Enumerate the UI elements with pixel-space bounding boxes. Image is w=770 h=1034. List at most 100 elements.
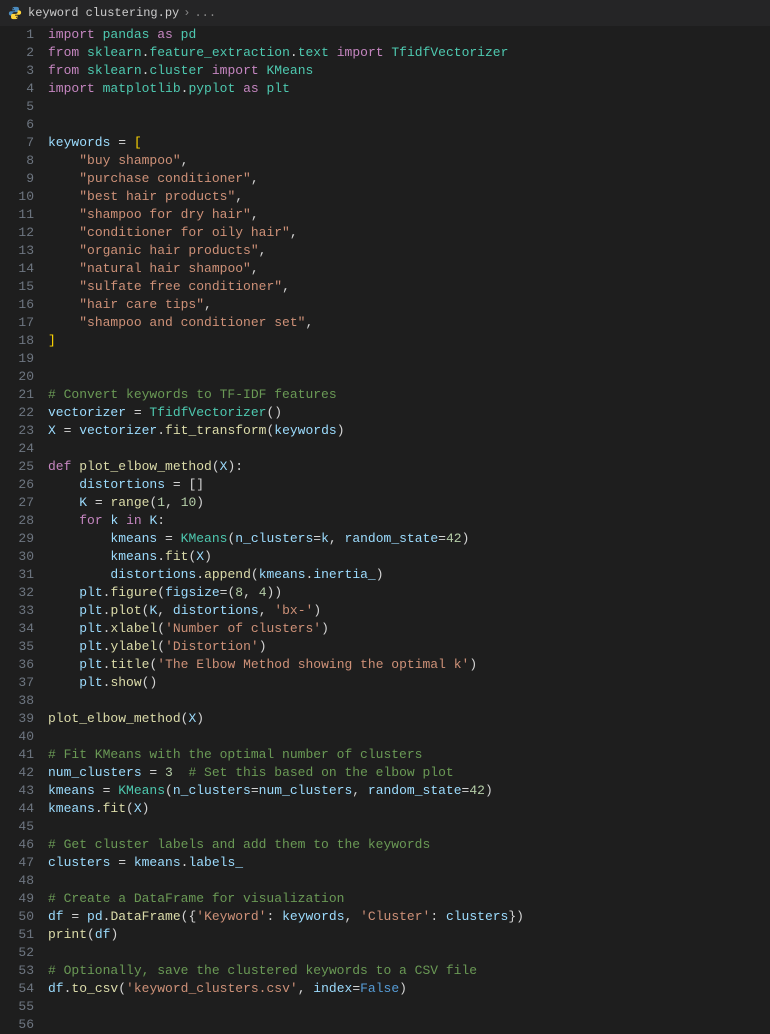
code-line[interactable]: kmeans.fit(X) xyxy=(48,548,770,566)
line-number: 10 xyxy=(0,188,34,206)
code-line[interactable]: plt.ylabel('Distortion') xyxy=(48,638,770,656)
code-line[interactable]: def plot_elbow_method(X): xyxy=(48,458,770,476)
line-number: 11 xyxy=(0,206,34,224)
line-number: 17 xyxy=(0,314,34,332)
code-line[interactable]: import pandas as pd xyxy=(48,26,770,44)
line-number: 55 xyxy=(0,998,34,1016)
code-line[interactable]: plot_elbow_method(X) xyxy=(48,710,770,728)
line-number: 33 xyxy=(0,602,34,620)
code-line[interactable]: "conditioner for oily hair", xyxy=(48,224,770,242)
code-line[interactable]: "buy shampoo", xyxy=(48,152,770,170)
line-number: 28 xyxy=(0,512,34,530)
code-line[interactable]: # Convert keywords to TF-IDF features xyxy=(48,386,770,404)
line-number: 4 xyxy=(0,80,34,98)
code-line[interactable]: "natural hair shampoo", xyxy=(48,260,770,278)
line-number: 32 xyxy=(0,584,34,602)
code-line[interactable]: df.to_csv('keyword_clusters.csv', index=… xyxy=(48,980,770,998)
code-line[interactable]: distortions = [] xyxy=(48,476,770,494)
line-number: 19 xyxy=(0,350,34,368)
code-line[interactable]: "best hair products", xyxy=(48,188,770,206)
code-line[interactable] xyxy=(48,998,770,1016)
code-line[interactable]: clusters = kmeans.labels_ xyxy=(48,854,770,872)
line-number: 49 xyxy=(0,890,34,908)
breadcrumb-filename[interactable]: keyword clustering.py xyxy=(28,4,179,22)
line-number: 7 xyxy=(0,134,34,152)
line-number: 23 xyxy=(0,422,34,440)
code-line[interactable]: "shampoo and conditioner set", xyxy=(48,314,770,332)
code-line[interactable]: keywords = [ xyxy=(48,134,770,152)
line-number: 12 xyxy=(0,224,34,242)
code-line[interactable]: # Create a DataFrame for visualization xyxy=(48,890,770,908)
code-line[interactable]: distortions.append(kmeans.inertia_) xyxy=(48,566,770,584)
code-line[interactable] xyxy=(48,116,770,134)
code-line[interactable] xyxy=(48,692,770,710)
code-line[interactable]: # Fit KMeans with the optimal number of … xyxy=(48,746,770,764)
code-line[interactable] xyxy=(48,728,770,746)
code-line[interactable]: "purchase conditioner", xyxy=(48,170,770,188)
line-number: 8 xyxy=(0,152,34,170)
code-line[interactable]: print(df) xyxy=(48,926,770,944)
line-number: 46 xyxy=(0,836,34,854)
code-line[interactable] xyxy=(48,872,770,890)
code-line[interactable]: kmeans.fit(X) xyxy=(48,800,770,818)
code-line[interactable] xyxy=(48,1016,770,1024)
code-area[interactable]: import pandas as pdfrom sklearn.feature_… xyxy=(48,26,770,1024)
code-line[interactable] xyxy=(48,368,770,386)
code-line[interactable]: plt.title('The Elbow Method showing the … xyxy=(48,656,770,674)
code-line[interactable]: import matplotlib.pyplot as plt xyxy=(48,80,770,98)
code-line[interactable]: # Get cluster labels and add them to the… xyxy=(48,836,770,854)
code-line[interactable]: "shampoo for dry hair", xyxy=(48,206,770,224)
code-line[interactable]: num_clusters = 3 # Set this based on the… xyxy=(48,764,770,782)
line-number: 43 xyxy=(0,782,34,800)
line-number: 22 xyxy=(0,404,34,422)
code-line[interactable] xyxy=(48,944,770,962)
breadcrumb-separator-icon: › xyxy=(183,4,190,22)
code-line[interactable]: plt.plot(K, distortions, 'bx-') xyxy=(48,602,770,620)
line-number: 15 xyxy=(0,278,34,296)
line-number: 2 xyxy=(0,44,34,62)
line-number: 26 xyxy=(0,476,34,494)
line-number-gutter: 1234567891011121314151617181920212223242… xyxy=(0,26,48,1024)
line-number: 29 xyxy=(0,530,34,548)
code-line[interactable]: from sklearn.cluster import KMeans xyxy=(48,62,770,80)
code-line[interactable]: df = pd.DataFrame({'Keyword': keywords, … xyxy=(48,908,770,926)
code-line[interactable] xyxy=(48,98,770,116)
code-line[interactable]: plt.xlabel('Number of clusters') xyxy=(48,620,770,638)
code-line[interactable] xyxy=(48,440,770,458)
code-line[interactable]: from sklearn.feature_extraction.text imp… xyxy=(48,44,770,62)
code-line[interactable]: vectorizer = TfidfVectorizer() xyxy=(48,404,770,422)
line-number: 47 xyxy=(0,854,34,872)
code-line[interactable]: ] xyxy=(48,332,770,350)
code-editor[interactable]: 1234567891011121314151617181920212223242… xyxy=(0,26,770,1024)
breadcrumb-overflow[interactable]: ... xyxy=(194,4,216,22)
line-number: 20 xyxy=(0,368,34,386)
line-number: 1 xyxy=(0,26,34,44)
line-number: 30 xyxy=(0,548,34,566)
code-line[interactable]: kmeans = KMeans(n_clusters=num_clusters,… xyxy=(48,782,770,800)
code-line[interactable]: "sulfate free conditioner", xyxy=(48,278,770,296)
python-file-icon xyxy=(8,6,22,20)
code-line[interactable]: "hair care tips", xyxy=(48,296,770,314)
code-line[interactable]: # Optionally, save the clustered keyword… xyxy=(48,962,770,980)
line-number: 5 xyxy=(0,98,34,116)
line-number: 24 xyxy=(0,440,34,458)
line-number: 9 xyxy=(0,170,34,188)
line-number: 40 xyxy=(0,728,34,746)
code-line[interactable] xyxy=(48,818,770,836)
code-line[interactable] xyxy=(48,350,770,368)
line-number: 16 xyxy=(0,296,34,314)
line-number: 41 xyxy=(0,746,34,764)
line-number: 44 xyxy=(0,800,34,818)
line-number: 45 xyxy=(0,818,34,836)
line-number: 25 xyxy=(0,458,34,476)
code-line[interactable]: K = range(1, 10) xyxy=(48,494,770,512)
code-line[interactable]: for k in K: xyxy=(48,512,770,530)
code-line[interactable]: kmeans = KMeans(n_clusters=k, random_sta… xyxy=(48,530,770,548)
line-number: 51 xyxy=(0,926,34,944)
code-line[interactable]: "organic hair products", xyxy=(48,242,770,260)
line-number: 3 xyxy=(0,62,34,80)
code-line[interactable]: plt.show() xyxy=(48,674,770,692)
code-line[interactable]: X = vectorizer.fit_transform(keywords) xyxy=(48,422,770,440)
code-line[interactable]: plt.figure(figsize=(8, 4)) xyxy=(48,584,770,602)
line-number: 27 xyxy=(0,494,34,512)
